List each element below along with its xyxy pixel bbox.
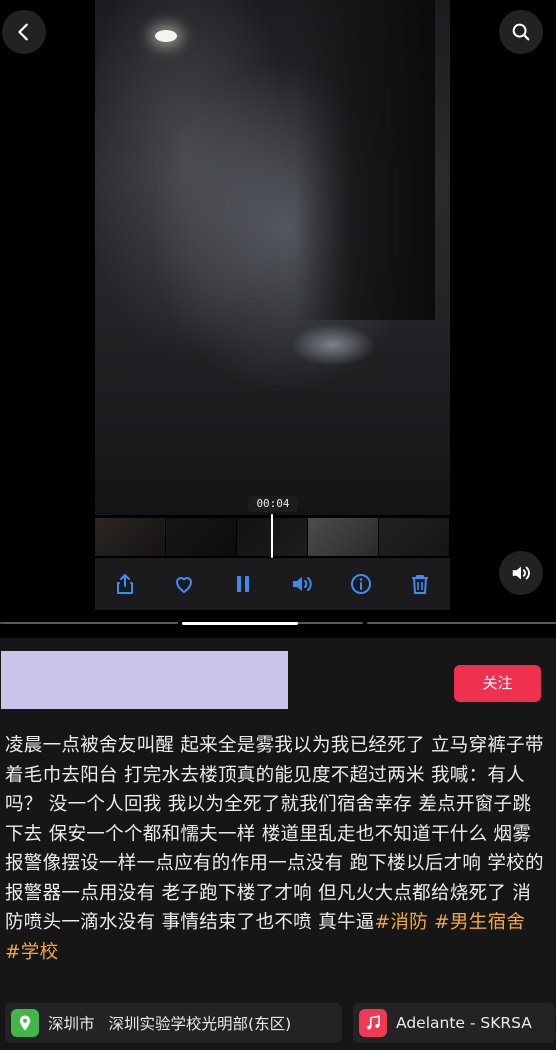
filmstrip-thumbnail — [95, 518, 166, 556]
trash-icon — [412, 575, 429, 594]
author-info-redacted[interactable] — [1, 651, 288, 709]
music-note-icon — [359, 1009, 387, 1037]
progress-segment — [367, 622, 556, 624]
caption-text: 凌晨一点被舍友叫醒 起来全是雾我以为我已经死了 立马穿裤子带着毛巾去阳台 打完水… — [5, 735, 544, 933]
hashtag-link[interactable]: #消防 — [375, 912, 428, 933]
location-city: 深圳市 — [48, 1015, 95, 1033]
heart-icon — [175, 577, 192, 593]
like-button[interactable] — [169, 569, 199, 599]
search-icon — [512, 23, 530, 41]
filmstrip-thumbnail — [308, 518, 379, 556]
progress-segment — [0, 622, 178, 624]
video-player[interactable] — [95, 0, 450, 515]
video-light-spot — [155, 30, 177, 42]
post-info-panel: 关注 凌晨一点被舍友叫醒 起来全是雾我以为我已经死了 立马穿裤子带着毛巾去阳台 … — [0, 638, 556, 1050]
video-shadow — [295, 0, 435, 320]
share-icon — [116, 574, 133, 594]
info-icon — [351, 574, 372, 594]
pause-button[interactable] — [228, 569, 258, 599]
mute-toggle-button[interactable] — [499, 551, 543, 595]
video-controls-toolbar — [95, 558, 450, 610]
search-button[interactable] — [499, 10, 543, 54]
speaker-icon — [293, 577, 312, 591]
chevron-left-icon — [18, 23, 28, 41]
location-place: 深圳实验学校光明部(东区) — [108, 1015, 292, 1033]
location-pin-icon — [11, 1009, 39, 1037]
filmstrip-thumbnail — [166, 518, 237, 556]
back-button[interactable] — [2, 10, 46, 54]
info-button[interactable] — [346, 569, 376, 599]
delete-button[interactable] — [405, 569, 435, 599]
filmstrip-thumbnail — [379, 518, 450, 556]
pause-icon — [236, 576, 249, 592]
follow-button[interactable]: 关注 — [454, 665, 541, 702]
media-progress-segments — [0, 620, 556, 626]
music-title: Adelante - SKRSA — [396, 1014, 532, 1032]
volume-button[interactable] — [287, 569, 317, 599]
scrubber-playhead[interactable] — [271, 514, 273, 558]
share-button[interactable] — [110, 569, 140, 599]
hashtag-link[interactable]: #学校 — [5, 942, 58, 963]
hashtag-link[interactable]: #男生宿舍 — [434, 912, 525, 933]
location-chip[interactable]: 深圳市 深圳实验学校光明部(东区) — [5, 1003, 342, 1043]
post-caption: 凌晨一点被舍友叫醒 起来全是雾我以为我已经死了 立马穿裤子带着毛巾去阳台 打完水… — [5, 731, 545, 967]
speaker-icon — [512, 566, 530, 580]
progress-segment-active[interactable] — [182, 621, 363, 625]
video-area: 00:04 — [0, 0, 556, 638]
video-timestamp: 00:04 — [248, 496, 298, 512]
music-chip[interactable]: Adelante - SKRSA — [353, 1003, 555, 1043]
progress-fill — [182, 621, 298, 625]
